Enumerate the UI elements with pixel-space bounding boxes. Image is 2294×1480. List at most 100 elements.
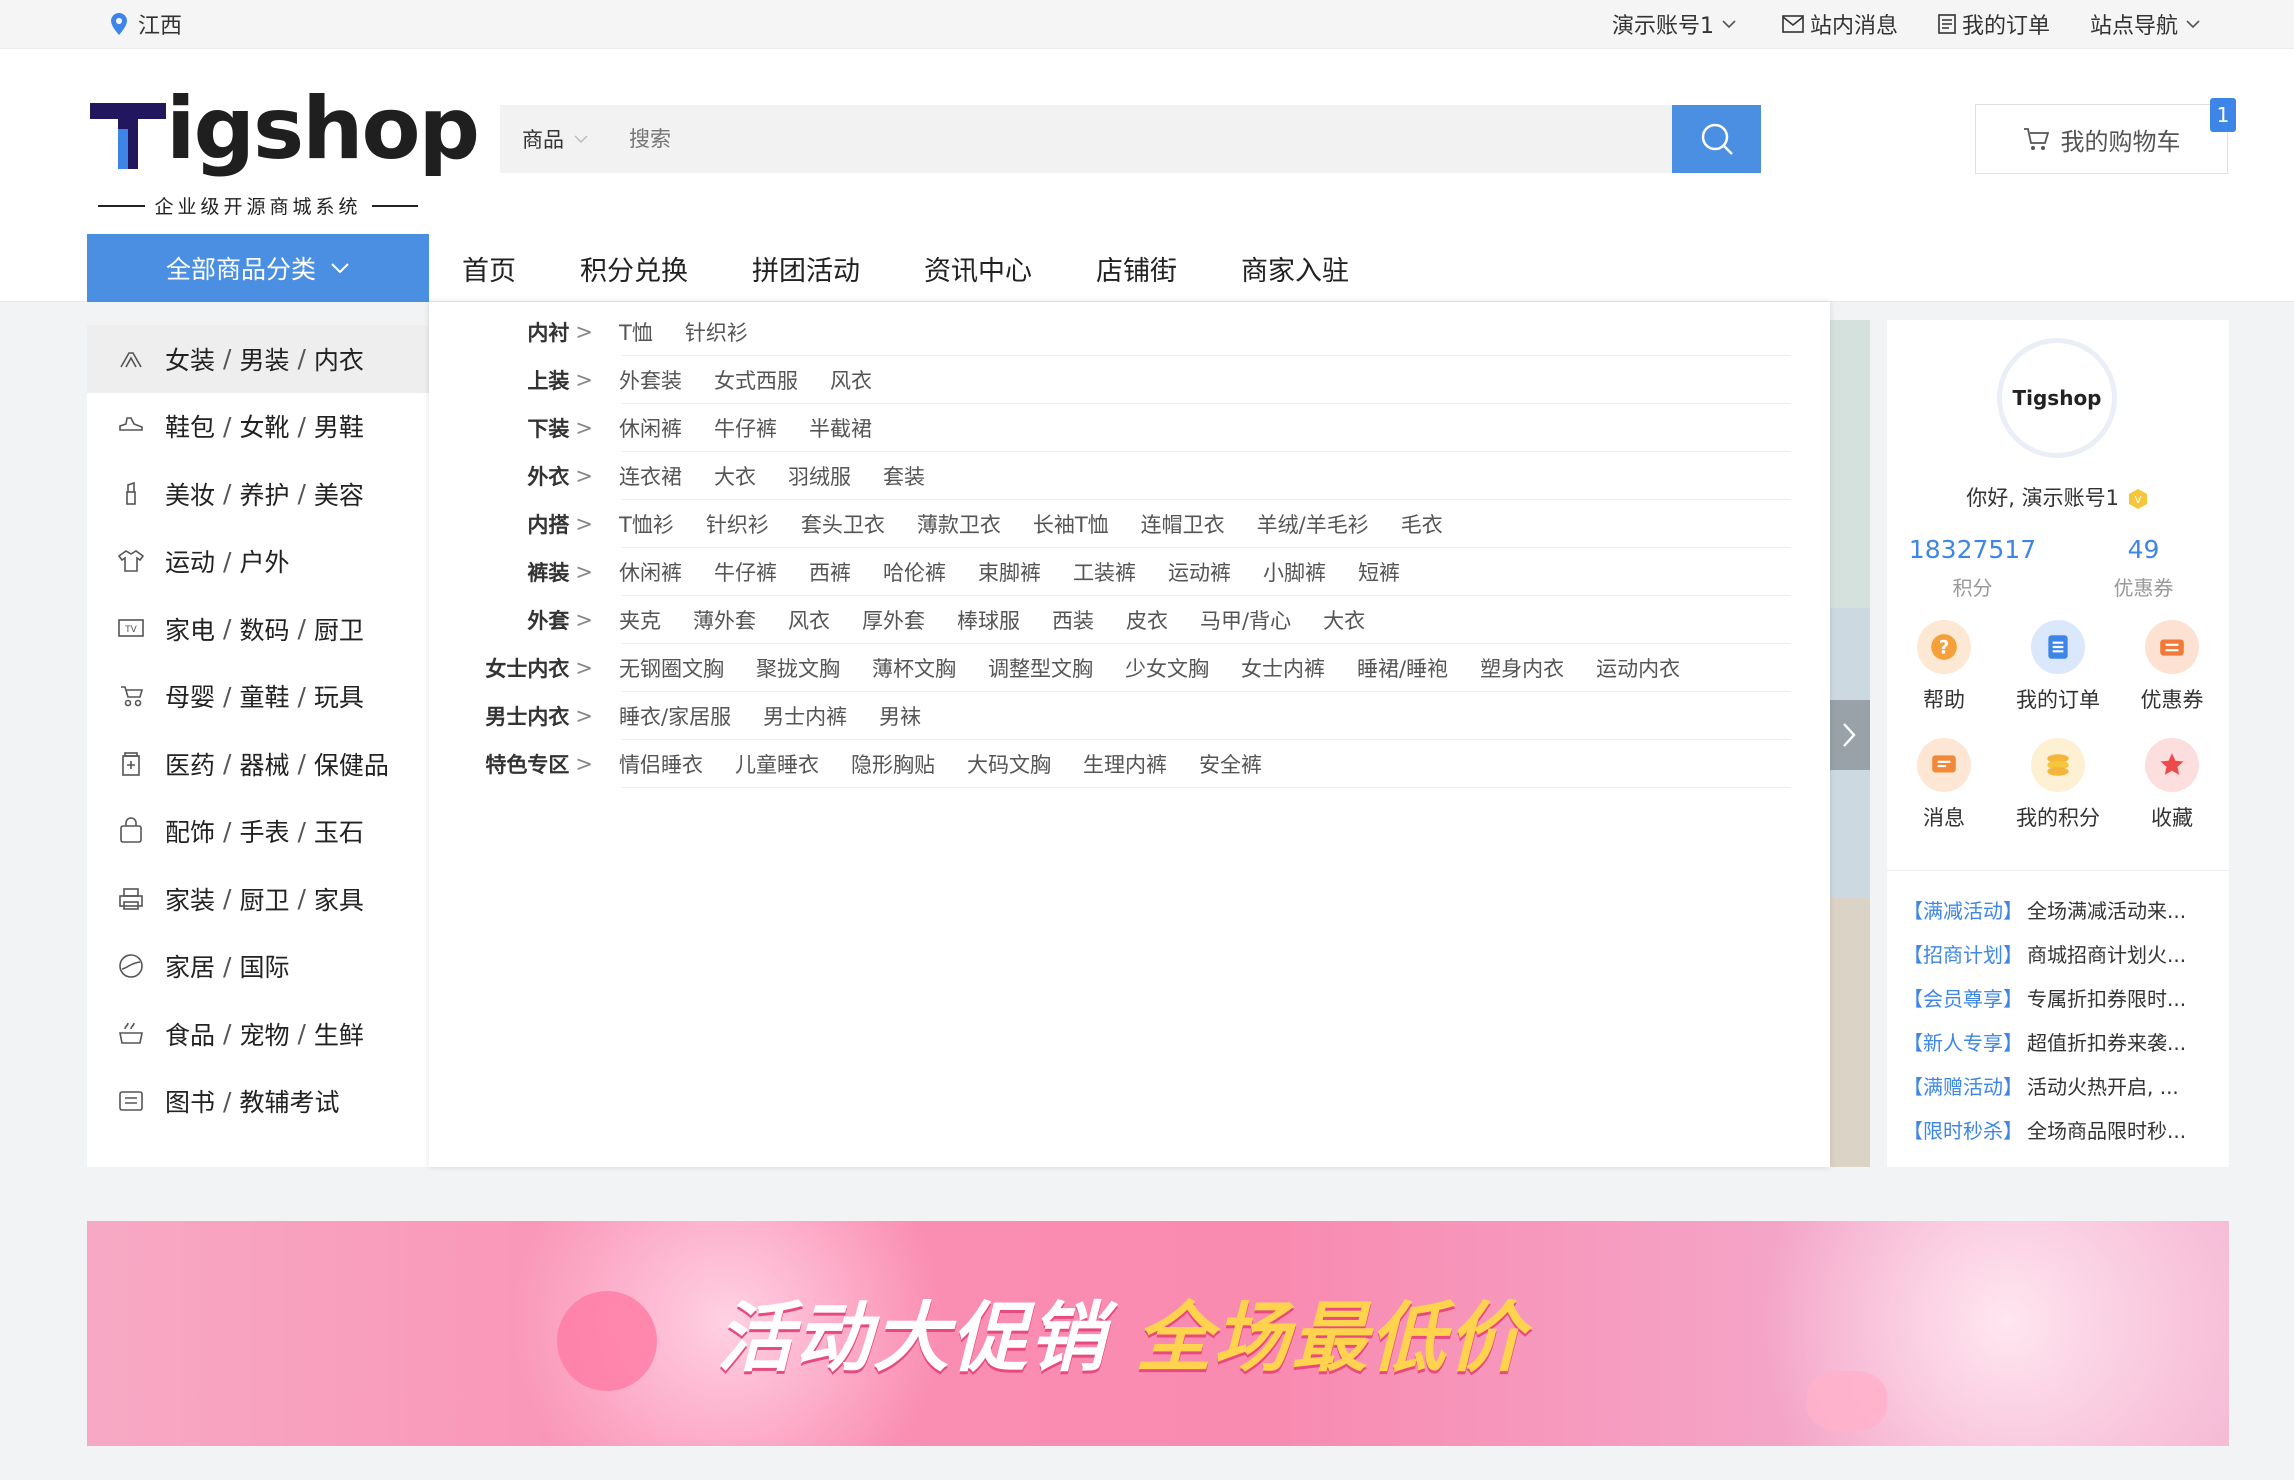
news-item[interactable]: 【满赠活动】 活动火热开启, ... — [1903, 1063, 2223, 1107]
subcategory-link[interactable]: 牛仔裤 — [714, 557, 777, 587]
subcategory-link[interactable]: 哈伦裤 — [883, 557, 946, 587]
news-item[interactable]: 【招商计划】 商城招商计划火... — [1903, 931, 2223, 975]
sidebar-item[interactable]: 女装 / 男装 / 内衣 — [87, 325, 429, 393]
nav-home[interactable]: 首页 — [462, 249, 516, 288]
mega-menu-category[interactable]: 上装 > — [429, 365, 607, 395]
points-stat[interactable]: 18327517 积分 — [1887, 535, 2058, 601]
subcategory-link[interactable]: 外套装 — [619, 365, 682, 395]
subcategory-link[interactable]: 毛衣 — [1401, 509, 1443, 539]
subcategory-link[interactable]: 女式西服 — [714, 365, 798, 395]
sidebar-item[interactable]: 图书 / 教辅考试 — [87, 1068, 429, 1136]
subcategory-link[interactable]: 儿童睡衣 — [735, 749, 819, 779]
sidebar-item[interactable]: 配饰 / 手表 / 玉石 — [87, 798, 429, 866]
subcategory-link[interactable]: 安全裤 — [1199, 749, 1262, 779]
carousel-next-button[interactable] — [1828, 700, 1870, 770]
subcategory-link[interactable]: 运动裤 — [1168, 557, 1231, 587]
site-nav-menu[interactable]: 站点导航 — [2090, 8, 2206, 40]
subcategory-link[interactable]: 男袜 — [879, 701, 921, 731]
subcategory-link[interactable]: 男士内裤 — [763, 701, 847, 731]
subcategory-link[interactable]: 马甲/背心 — [1200, 605, 1291, 635]
subcategory-link[interactable]: 连衣裙 — [619, 461, 682, 491]
subcategory-link[interactable]: 羽绒服 — [788, 461, 851, 491]
shortcut-coupon[interactable]: 优惠券 — [2115, 620, 2229, 738]
subcategory-link[interactable]: 薄杯文胸 — [872, 653, 956, 683]
subcategory-link[interactable]: 风衣 — [830, 365, 872, 395]
subcategory-link[interactable]: 牛仔裤 — [714, 413, 777, 443]
mega-menu-category[interactable]: 内搭 > — [429, 509, 607, 539]
subcategory-link[interactable]: 大衣 — [1323, 605, 1365, 635]
all-categories-button[interactable]: 全部商品分类 — [87, 234, 429, 302]
mega-menu-category[interactable]: 内衬 > — [429, 317, 607, 347]
subcategory-link[interactable]: T恤 — [619, 317, 653, 347]
mega-menu-category[interactable]: 裤装 > — [429, 557, 607, 587]
nav-merchant-join[interactable]: 商家入驻 — [1241, 249, 1349, 288]
subcategory-link[interactable]: 西裤 — [809, 557, 851, 587]
subcategory-link[interactable]: 休闲裤 — [619, 557, 682, 587]
subcategory-link[interactable]: 工装裤 — [1073, 557, 1136, 587]
subcategory-link[interactable]: 厚外套 — [862, 605, 925, 635]
subcategory-link[interactable]: 棒球服 — [957, 605, 1020, 635]
subcategory-link[interactable]: 运动内衣 — [1596, 653, 1680, 683]
search-input[interactable] — [625, 105, 1672, 173]
shortcut-coins[interactable]: 我的积分 — [2001, 738, 2115, 856]
subcategory-link[interactable]: 大衣 — [714, 461, 756, 491]
avatar[interactable]: Tigshop — [1997, 338, 2117, 458]
subcategory-link[interactable]: 薄外套 — [693, 605, 756, 635]
subcategory-link[interactable]: 塑身内衣 — [1480, 653, 1564, 683]
news-item[interactable]: 【会员尊享】 专属折扣券限时... — [1903, 975, 2223, 1019]
subcategory-link[interactable]: 羊绒/羊毛衫 — [1257, 509, 1369, 539]
subcategory-link[interactable]: 风衣 — [788, 605, 830, 635]
news-item[interactable]: 【新人专享】 超值折扣券来袭... — [1903, 1019, 2223, 1063]
subcategory-link[interactable]: 小脚裤 — [1263, 557, 1326, 587]
sidebar-item[interactable]: 家装 / 厨卫 / 家具 — [87, 865, 429, 933]
shortcut-message[interactable]: 消息 — [1887, 738, 2001, 856]
subcategory-link[interactable]: 皮衣 — [1126, 605, 1168, 635]
subcategory-link[interactable]: 大码文胸 — [967, 749, 1051, 779]
sidebar-item[interactable]: 医药 / 器械 / 保健品 — [87, 730, 429, 798]
cart-button[interactable]: 我的购物车 — [1975, 104, 2228, 174]
sidebar-item[interactable]: 食品 / 宠物 / 生鲜 — [87, 1000, 429, 1068]
mega-menu-category[interactable]: 外套 > — [429, 605, 607, 635]
search-button[interactable] — [1672, 105, 1761, 173]
sidebar-item[interactable]: 家居 / 国际 — [87, 933, 429, 1001]
subcategory-link[interactable]: 生理内裤 — [1083, 749, 1167, 779]
shortcut-order[interactable]: 我的订单 — [2001, 620, 2115, 738]
subcategory-link[interactable]: 无钢圈文胸 — [619, 653, 724, 683]
logo[interactable]: igshop 企业级开源商城系统 — [88, 79, 480, 249]
subcategory-link[interactable]: 薄款卫衣 — [917, 509, 1001, 539]
orders-link[interactable]: 我的订单 — [1938, 8, 2050, 40]
news-item[interactable]: 【限时秒杀】 全场商品限时秒... — [1903, 1107, 2223, 1151]
subcategory-link[interactable]: 睡裙/睡袍 — [1357, 653, 1448, 683]
subcategory-link[interactable]: 套装 — [883, 461, 925, 491]
mega-menu-category[interactable]: 男士内衣 > — [429, 701, 607, 731]
subcategory-link[interactable]: 套头卫衣 — [801, 509, 885, 539]
sidebar-item[interactable]: 运动 / 户外 — [87, 528, 429, 596]
subcategory-link[interactable]: 聚拢文胸 — [756, 653, 840, 683]
mega-menu-category[interactable]: 外衣 > — [429, 461, 607, 491]
subcategory-link[interactable]: 针织衫 — [706, 509, 769, 539]
sidebar-item[interactable]: TV 家电 / 数码 / 厨卫 — [87, 595, 429, 663]
subcategory-link[interactable]: 情侣睡衣 — [619, 749, 703, 779]
account-menu[interactable]: 演示账号1 — [1612, 8, 1742, 40]
mega-menu-category[interactable]: 女士内衣 > — [429, 653, 607, 683]
mega-menu-category[interactable]: 下装 > — [429, 413, 607, 443]
shortcut-help[interactable]: ? 帮助 — [1887, 620, 2001, 738]
sidebar-item[interactable]: 美妆 / 养护 / 美容 — [87, 460, 429, 528]
location-selector[interactable]: 江西 — [110, 9, 182, 39]
nav-group-buy[interactable]: 拼团活动 — [752, 249, 860, 288]
subcategory-link[interactable]: 束脚裤 — [978, 557, 1041, 587]
subcategory-link[interactable]: 短裤 — [1358, 557, 1400, 587]
news-item[interactable]: 【满减活动】 全场满减活动来... — [1903, 887, 2223, 931]
subcategory-link[interactable]: 半截裙 — [809, 413, 872, 443]
promo-banner[interactable]: 活动大促销 全场最低价 — [87, 1221, 2229, 1446]
subcategory-link[interactable]: 长袖T恤 — [1033, 509, 1109, 539]
search-category-select[interactable]: 商品 — [500, 124, 625, 154]
subcategory-link[interactable]: T恤衫 — [619, 509, 674, 539]
sidebar-item[interactable]: 母婴 / 童鞋 / 玩具 — [87, 663, 429, 731]
mega-menu-category[interactable]: 特色专区 > — [429, 749, 607, 779]
subcategory-link[interactable]: 西装 — [1052, 605, 1094, 635]
nav-shop-street[interactable]: 店铺街 — [1096, 249, 1177, 288]
subcategory-link[interactable]: 睡衣/家居服 — [619, 701, 731, 731]
subcategory-link[interactable]: 针织衫 — [685, 317, 748, 347]
subcategory-link[interactable]: 休闲裤 — [619, 413, 682, 443]
